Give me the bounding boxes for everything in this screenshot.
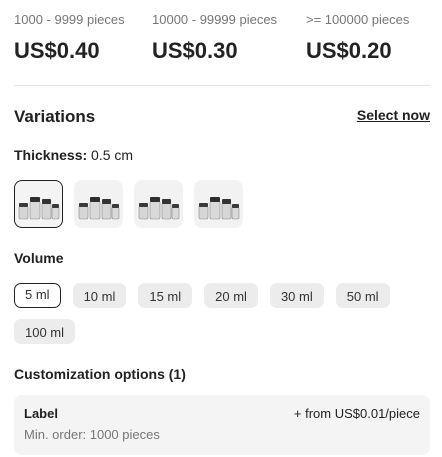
variations-title: Variations [14, 107, 96, 126]
customization-title: Customization options (1) [14, 366, 186, 382]
bottle-set-image [18, 197, 59, 220]
bottle-set-image [138, 197, 179, 220]
bottle-set-image [198, 197, 239, 220]
volume-label: Volume [14, 250, 64, 266]
customization-option-card[interactable]: Label + from US$0.01/piece Min. order: 1… [14, 395, 430, 455]
tier-price: US$0.30 [152, 38, 238, 63]
customization-option-name: Label [24, 406, 58, 421]
price-tier: 10000 - 99999 pieces US$0.30 [152, 12, 284, 64]
volume-option-chip[interactable]: 10 ml [72, 283, 127, 308]
thickness-option-image[interactable] [74, 180, 123, 228]
select-now-link[interactable]: Select now [357, 107, 430, 123]
tier-quantity-range: >= 100000 pieces [306, 12, 410, 27]
tier-quantity-range: 1000 - 9999 pieces [14, 12, 125, 27]
thickness-option-image[interactable] [194, 180, 243, 228]
volume-option-chip[interactable]: 15 ml [138, 283, 193, 308]
bottle-set-image [78, 197, 119, 220]
volume-option-chip[interactable]: 5 ml [14, 283, 61, 308]
tier-price: US$0.40 [14, 38, 100, 63]
price-tier: 1000 - 9999 pieces US$0.40 [14, 12, 130, 64]
volume-option-chip[interactable]: 30 ml [269, 283, 324, 308]
thickness-option-image[interactable] [14, 180, 63, 228]
thickness-key: Thickness: [14, 147, 88, 163]
volume-options: 5 ml 10 ml 15 ml 20 ml 30 ml 50 ml 100 ml [14, 283, 414, 355]
volume-option-chip[interactable]: 100 ml [14, 319, 76, 344]
volume-option-chip[interactable]: 50 ml [335, 283, 390, 308]
section-divider [14, 85, 430, 86]
thickness-value: 0.5 cm [91, 147, 134, 163]
volume-option-chip[interactable]: 20 ml [204, 283, 258, 308]
thickness-options [14, 180, 254, 228]
price-tier: >= 100000 pieces US$0.20 [306, 12, 409, 64]
tier-quantity-range: 10000 - 99999 pieces [152, 12, 278, 27]
customization-min-order: Min. order: 1000 pieces [24, 427, 160, 442]
customization-option-price: + from US$0.01/piece [293, 406, 420, 421]
price-tiers: 1000 - 9999 pieces US$0.40 10000 - 99999… [14, 12, 431, 64]
thickness-label: Thickness: 0.5 cm [14, 147, 133, 163]
tier-price: US$0.20 [306, 38, 392, 63]
thickness-option-image[interactable] [134, 180, 183, 228]
